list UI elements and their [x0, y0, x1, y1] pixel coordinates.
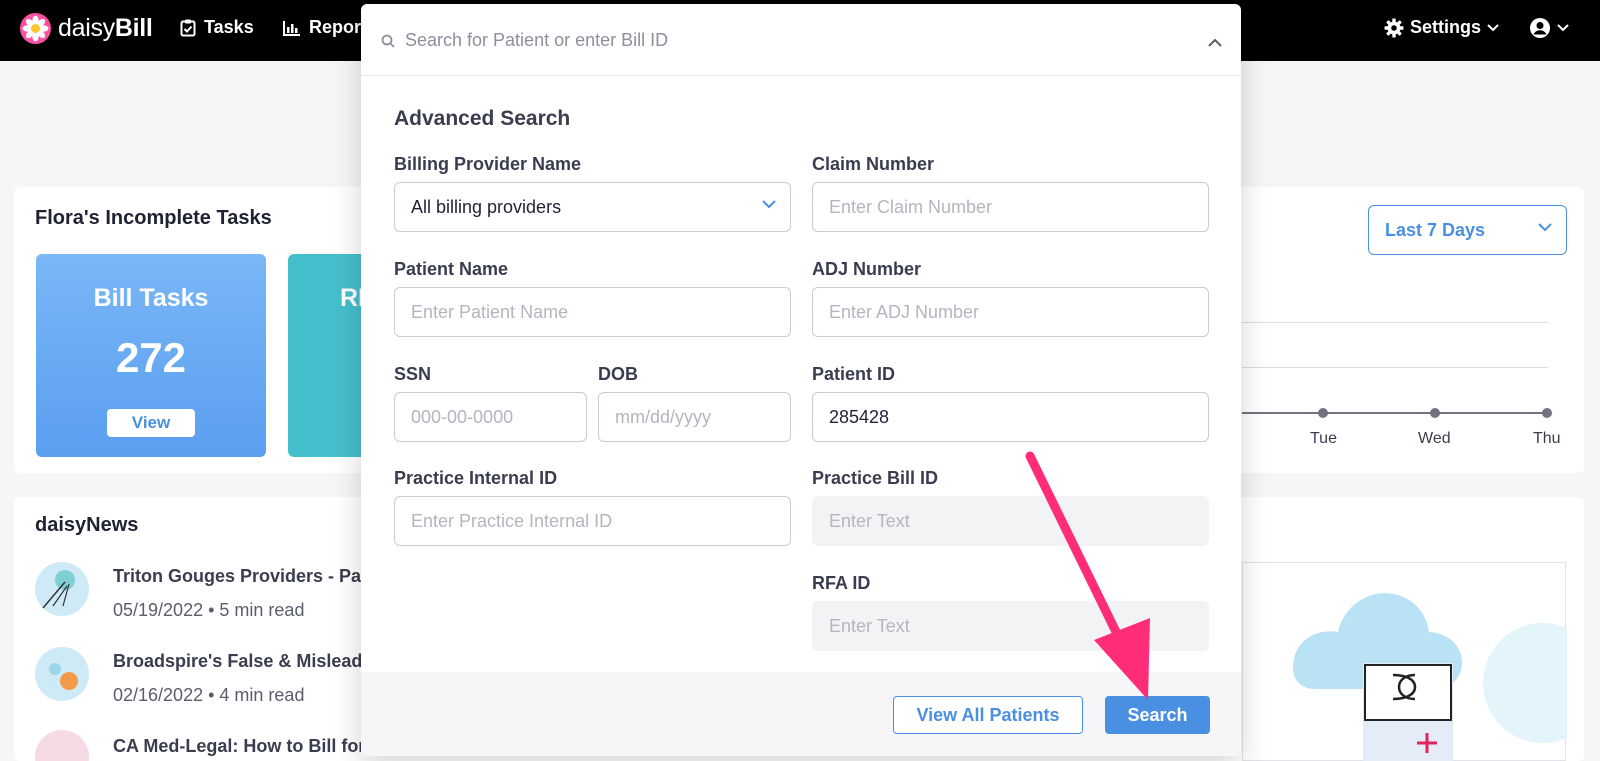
news-card-title: daisyNews: [35, 514, 139, 536]
chart-gridline: [1242, 367, 1548, 368]
settings-menu[interactable]: Settings: [1384, 17, 1499, 38]
chart-axis-line: [1242, 412, 1548, 414]
bill-tasks-tile: Bill Tasks 272 View: [36, 254, 266, 457]
chart-point: [1542, 408, 1552, 418]
practice-internal-id-input[interactable]: [394, 496, 791, 546]
chart-point: [1430, 408, 1440, 418]
chart-point: [1318, 408, 1328, 418]
news-item[interactable]: Broadspire's False & Misleadi 02/16/2022…: [35, 645, 375, 709]
tasks-card-title: Flora's Incomplete Tasks: [35, 207, 272, 229]
patient-id-input[interactable]: [812, 392, 1209, 442]
news-thumbnail: [35, 562, 89, 616]
nav-tasks[interactable]: Tasks: [180, 17, 254, 38]
news-read-time: 4 min read: [219, 685, 305, 705]
rfa-id-label: RFA ID: [812, 573, 871, 593]
daisy-flower-icon: [20, 13, 51, 44]
promo-illustration: [1242, 562, 1600, 761]
news-date: 02/16/2022: [113, 685, 204, 705]
chevron-down-icon: [762, 200, 776, 209]
user-menu[interactable]: [1530, 18, 1569, 38]
patient-id-label: Patient ID: [812, 364, 896, 384]
rfa-id-input: [812, 601, 1209, 651]
bill-tasks-view-button[interactable]: View: [107, 409, 195, 437]
patient-name-input[interactable]: [394, 287, 791, 337]
advanced-search-modal: Advanced Search Billing Provider Name Al…: [361, 4, 1241, 756]
claim-number-label: Claim Number: [812, 154, 935, 174]
patient-name-label: Patient Name: [394, 259, 509, 279]
adj-number-label: ADJ Number: [812, 259, 922, 279]
chevron-up-icon[interactable]: [1208, 38, 1222, 47]
chevron-down-icon: [1487, 23, 1499, 31]
bill-tasks-count: 272: [115, 334, 187, 381]
nav-reports[interactable]: Repor: [283, 17, 361, 38]
news-thumbnail: [35, 730, 89, 761]
nav-tasks-label: Tasks: [204, 17, 254, 37]
news-read-time: 5 min read: [219, 600, 305, 620]
settings-label: Settings: [1410, 17, 1482, 37]
ssn-label: SSN: [394, 364, 432, 384]
advanced-search-title: Advanced Search: [394, 107, 571, 130]
view-all-patients-button[interactable]: View All Patients: [893, 696, 1083, 734]
practice-bill-id-label: Practice Bill ID: [812, 468, 939, 488]
news-item[interactable]: CA Med-Legal: How to Bill for: [35, 730, 375, 761]
chart-day-label: Wed: [1418, 430, 1451, 447]
chart-day-label: Thu: [1533, 430, 1561, 447]
news-title: Triton Gouges Providers - Pay: [113, 566, 372, 586]
patient-search-input[interactable]: [405, 24, 1165, 56]
claim-number-input[interactable]: [812, 182, 1209, 232]
chart-day-label: Tue: [1310, 430, 1337, 447]
date-range-select[interactable]: Last 7 Days: [1368, 205, 1567, 255]
news-thumbnail: [35, 647, 89, 701]
billing-provider-value: All billing providers: [411, 197, 562, 217]
search-bar: [361, 4, 1241, 76]
user-circle-icon: [1530, 18, 1550, 38]
daisybill-logo[interactable]: daisyBill: [20, 13, 153, 44]
nav-reports-label: Repor: [309, 17, 362, 37]
news-item[interactable]: Triton Gouges Providers - Pay 05/19/2022…: [35, 560, 375, 624]
search-icon: [381, 34, 395, 48]
practice-internal-id-label: Practice Internal ID: [394, 468, 558, 488]
adj-number-input[interactable]: [812, 287, 1209, 337]
search-button[interactable]: Search: [1105, 696, 1210, 734]
chevron-down-icon: [1538, 223, 1552, 232]
bill-tasks-title: Bill Tasks: [93, 284, 209, 312]
billing-provider-label: Billing Provider Name: [394, 154, 582, 174]
date-range-value: Last 7 Days: [1385, 220, 1486, 240]
billing-provider-select[interactable]: All billing providers: [394, 182, 791, 232]
gear-icon: [1384, 18, 1404, 37]
dob-label: DOB: [598, 364, 638, 384]
logo-text: daisyBill: [58, 14, 153, 42]
dob-input[interactable]: [598, 392, 791, 442]
clipboard-check-icon: [180, 19, 196, 36]
bar-chart-icon: [283, 20, 300, 36]
news-title: CA Med-Legal: How to Bill for: [113, 736, 366, 756]
practice-bill-id-input: [812, 496, 1209, 546]
chevron-down-icon: [1557, 24, 1569, 32]
ssn-input[interactable]: [394, 392, 587, 442]
news-title: Broadspire's False & Misleadi: [113, 651, 368, 671]
chart-gridline: [1242, 322, 1548, 323]
news-date: 05/19/2022: [113, 600, 204, 620]
